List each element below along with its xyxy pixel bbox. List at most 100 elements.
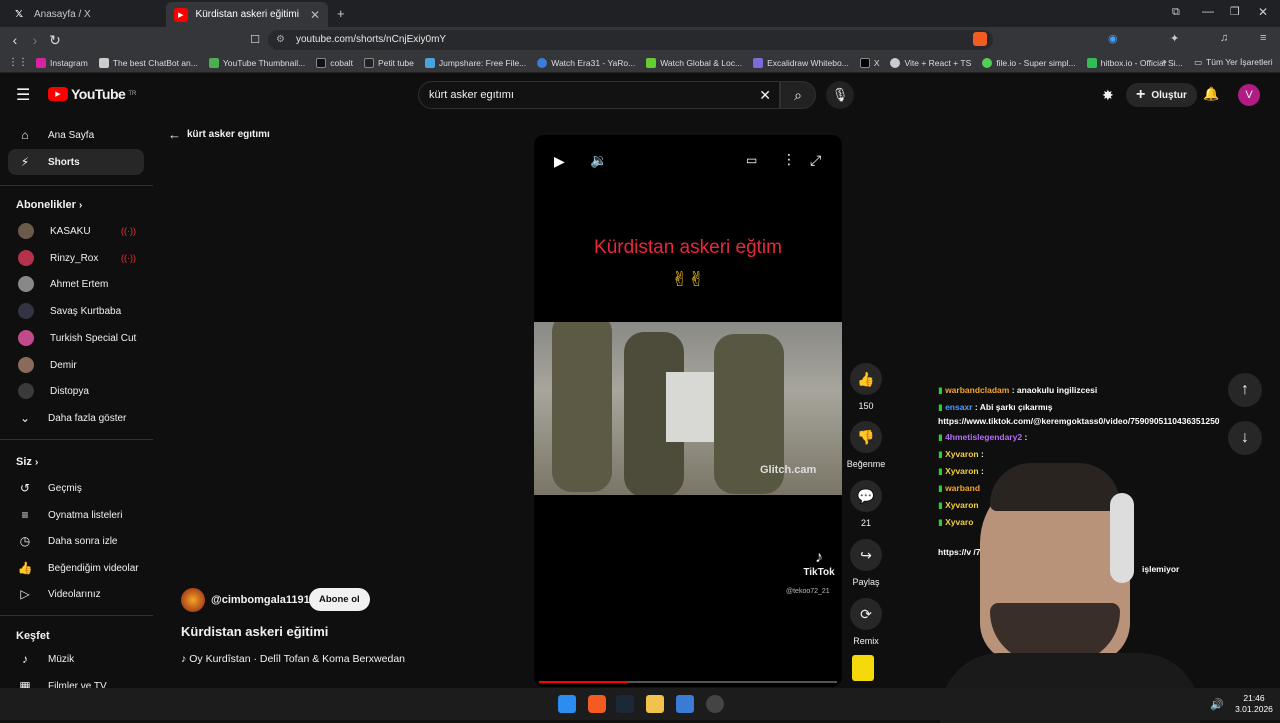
app-icon[interactable] [706, 695, 724, 713]
close-window-icon[interactable]: ✕ [1258, 5, 1268, 19]
short-video-player[interactable]: ▶ 🔉 ▭ ⋮ ⤢ Kürdistan askeri eğtim ✌✌ Glit… [534, 135, 842, 687]
clock[interactable]: 21:46 3.01.2026 [1232, 693, 1276, 715]
brave-icon[interactable] [588, 695, 606, 713]
tab-x[interactable]: 𝕏 Anasayfa / X [4, 2, 164, 27]
remix-button[interactable]: ⟳ Remix [849, 598, 883, 646]
clock-icon: ◷ [19, 534, 31, 548]
bookmark-item[interactable]: file.io - Super simpl... [982, 57, 1076, 68]
bookmark-icon[interactable]: ☐ [246, 31, 264, 49]
sidebar-sub-ahmet[interactable]: Ahmet Ertem [8, 271, 144, 297]
sidebar-sub-turkish[interactable]: Turkish Special Cut [8, 325, 144, 351]
hamburger-menu-icon[interactable]: ☰ [16, 85, 30, 105]
voice-search-button[interactable]: 🎙 [826, 81, 854, 109]
site-info-icon[interactable]: ⚙ [276, 30, 285, 50]
sidebar-item-music[interactable]: ♪ Müzik [8, 646, 144, 672]
maximize-icon[interactable]: ❐ [1230, 5, 1240, 18]
bookmark-item[interactable]: Watch Era31 - YaRo... [537, 57, 635, 68]
sidebar-sub-distopya[interactable]: Distopya [8, 378, 144, 404]
brave-shields-icon[interactable] [973, 32, 987, 46]
avatar[interactable]: V [1238, 84, 1260, 106]
fullscreen-icon[interactable]: ⤢ [810, 152, 821, 169]
file-explorer-icon[interactable] [646, 695, 664, 713]
clear-search-icon[interactable]: ✕ [759, 82, 771, 108]
tab-title: Anasayfa / X [34, 9, 91, 20]
previous-short-button[interactable]: ↑ [1228, 373, 1262, 407]
share-button[interactable]: ↪ Paylaş [849, 539, 883, 587]
forward-icon[interactable]: › [26, 31, 44, 49]
sidebar-sub-rinzy[interactable]: Rinzy_Rox ((·)) [8, 245, 144, 271]
bookmark-item[interactable]: Excalidraw Whitebo... [753, 57, 849, 68]
url-bar[interactable]: ⚙ youtube.com/shorts/nCnjExiy0mY [268, 30, 993, 50]
cast-icon[interactable]: ✸ [1102, 87, 1114, 104]
reload-icon[interactable]: ↻ [46, 31, 64, 49]
search-button[interactable]: ⌕ [780, 81, 816, 109]
progress-bar[interactable] [539, 681, 837, 683]
minimize-icon[interactable]: — [1202, 4, 1214, 18]
notifications-icon[interactable]: 🔔 [1203, 86, 1219, 102]
bookmark-item[interactable]: The best ChatBot an... [98, 57, 198, 68]
sound-thumbnail[interactable] [852, 655, 874, 681]
sidebar-item-shorts[interactable]: ⚡ Shorts [8, 149, 144, 175]
app-icon[interactable] [676, 695, 694, 713]
bookmark-item[interactable]: cobalt [316, 57, 353, 68]
comments-button[interactable]: 💬 21 [849, 480, 883, 528]
like-button[interactable]: 👍 150 [849, 363, 883, 411]
subscriptions-heading[interactable]: Abonelikler › [16, 199, 82, 211]
dislike-button[interactable]: 👎 Beğenme [846, 421, 886, 469]
search-input[interactable]: kürt asker egıtımı ✕ [418, 81, 780, 109]
back-to-results[interactable]: ← kürt asker egıtımı [168, 127, 270, 142]
sidebar-sub-kasaku[interactable]: KASAKU ((·)) [8, 218, 144, 244]
folder-icon: ▭ [1194, 57, 1203, 67]
music-credit[interactable]: ♪ Oy Kurdîstan · Delîl Tofan & Koma Berxw… [181, 653, 405, 665]
bookmark-item[interactable]: Vite + React + TS [890, 57, 971, 68]
extensions-icon[interactable]: ⧉ [1172, 6, 1180, 19]
captions-icon[interactable]: ▭ [746, 153, 757, 167]
more-bookmarks-icon[interactable]: » [1162, 56, 1167, 66]
short-title[interactable]: Kürdistan askeri eğitimi [181, 624, 328, 639]
all-bookmarks-folder[interactable]: ▭ Tüm Yer İşaretleri [1194, 57, 1273, 68]
extension-icon[interactable]: ◉ [1108, 32, 1118, 45]
sidebar-item-home[interactable]: ⌂ Ana Sayfa [8, 122, 144, 148]
show-more-button[interactable]: ⌄ Daha fazla göster [8, 405, 144, 431]
playlist-icon: ≡ [21, 508, 29, 522]
sidebar-item-playlists[interactable]: ≡ Oynatma listeleri [8, 502, 144, 528]
url-text: youtube.com/shorts/nCnjExiy0mY [296, 34, 447, 45]
bookmark-item[interactable]: Jumpshare: Free File... [424, 57, 526, 68]
youtube-play-icon: ▶ [48, 87, 68, 101]
puzzle-icon[interactable]: ✦ [1170, 32, 1179, 45]
menu-icon[interactable]: ≡ [1260, 32, 1266, 44]
create-button[interactable]: + Oluştur [1126, 83, 1197, 107]
you-heading[interactable]: Siz › [16, 456, 38, 468]
apps-icon[interactable]: ⋮⋮ [8, 57, 28, 68]
volume-icon[interactable]: 🔉 [590, 152, 607, 169]
sidebar-sub-savas[interactable]: Savaş Kurtbaba [8, 298, 144, 324]
bookmark-item[interactable]: hitbox.io - Official Si... [1086, 57, 1183, 68]
new-tab-icon[interactable]: + [337, 6, 345, 21]
bookmarks-bar: ⋮⋮ Instagram The best ChatBot an... YouT… [0, 53, 1280, 73]
back-icon[interactable]: ‹ [6, 31, 24, 49]
more-options-icon[interactable]: ⋮ [782, 151, 796, 168]
bookmark-item[interactable]: Instagram [36, 57, 88, 68]
close-tab-icon[interactable]: ✕ [310, 8, 320, 22]
channel-name[interactable]: @cimbomgala1191 [211, 594, 310, 606]
chat-message: ▮ ensaxr : Abi şarkı çıkarmış [938, 402, 1053, 412]
bookmark-item[interactable]: Petit tube [363, 57, 414, 68]
sidebar-item-your-videos[interactable]: ▷ Videolarınız [8, 581, 144, 607]
youtube-logo[interactable]: ▶ YouTube TR [48, 86, 136, 102]
next-short-button[interactable]: ↓ [1228, 421, 1262, 455]
tab-youtube[interactable]: ▶ Kürdistan askeri eğitimi - YouTu ✕ [166, 2, 328, 27]
sidebar-item-history[interactable]: ↺ Geçmiş [8, 475, 144, 501]
sidebar-item-liked[interactable]: 👍 Beğendiğim videolar [8, 555, 144, 581]
bookmark-item[interactable]: Watch Global & Loc... [646, 57, 742, 68]
subscribe-button[interactable]: Abone ol [309, 588, 370, 611]
bookmark-item[interactable]: YouTube Thumbnail... [208, 57, 305, 68]
sidebar-item-watch-later[interactable]: ◷ Daha sonra izle [8, 528, 144, 554]
play-icon[interactable]: ▶ [554, 153, 565, 170]
bookmark-item[interactable]: X [859, 57, 879, 68]
music-icon[interactable]: ♫ [1220, 32, 1228, 44]
channel-avatar[interactable] [181, 588, 205, 612]
sidebar-sub-demir[interactable]: Demir [8, 352, 144, 378]
volume-icon[interactable]: 🔊 [1210, 698, 1224, 711]
windows-start-icon[interactable] [558, 695, 576, 713]
steam-icon[interactable] [616, 695, 634, 713]
